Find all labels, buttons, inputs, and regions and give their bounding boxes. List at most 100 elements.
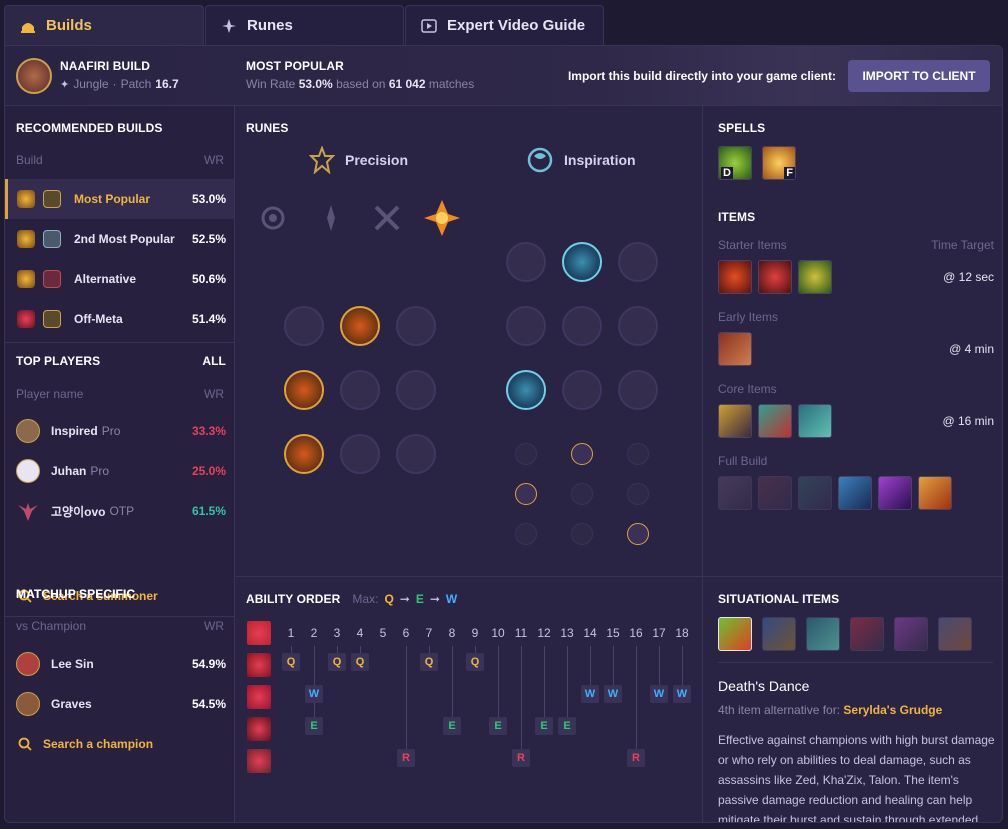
avatar <box>16 459 40 483</box>
matchup-row[interactable]: Lee Sin 54.9% <box>5 644 234 684</box>
patch-label: Patch <box>120 77 152 91</box>
item-icon[interactable] <box>718 332 752 366</box>
build-option-2nd[interactable]: 2nd Most Popular 52.5% <box>5 219 234 259</box>
matchup-row[interactable]: Graves 54.5% <box>5 684 234 724</box>
player-name: 고양이ovo <box>51 504 106 519</box>
rune-option[interactable] <box>340 370 380 410</box>
ability-q-marker: Q <box>420 653 438 671</box>
avatar <box>16 652 40 676</box>
situational-item[interactable] <box>894 617 928 651</box>
item-icon[interactable] <box>798 404 832 438</box>
rune-keystone[interactable] <box>314 201 348 235</box>
rune-option[interactable] <box>618 370 658 410</box>
rune-option[interactable] <box>396 434 436 474</box>
stat-shard-selected[interactable] <box>571 443 593 465</box>
build-wr: 51.4% <box>191 312 226 326</box>
rune-option[interactable] <box>618 306 658 346</box>
stat-shard[interactable] <box>571 483 593 505</box>
tab-runes[interactable]: Runes <box>205 5 404 45</box>
situational-item-selected[interactable] <box>718 617 752 651</box>
rune-option-selected[interactable] <box>284 434 324 474</box>
build-option-off-meta[interactable]: Off-Meta 51.4% <box>5 299 234 339</box>
rune-option[interactable] <box>506 306 546 346</box>
ability-w-marker: W <box>581 685 599 703</box>
build-option-alternative[interactable]: Alternative 50.6% <box>5 259 234 299</box>
level-guide-line <box>406 646 407 757</box>
situational-item[interactable] <box>762 617 796 651</box>
stat-shard[interactable] <box>515 443 537 465</box>
rune-keystone-icon <box>17 310 35 328</box>
runes-and-abilities: RUNES Precision Inspiration ABILITY ORDE… <box>236 106 702 822</box>
item-icon[interactable] <box>758 404 792 438</box>
item-icon[interactable] <box>878 476 912 510</box>
level-number: 4 <box>356 626 364 640</box>
build-option-most-popular[interactable]: Most Popular 53.0% <box>5 179 234 219</box>
top-players-all-link[interactable]: ALL <box>202 354 226 368</box>
item-icon[interactable] <box>718 476 752 510</box>
rune-keystone-selected[interactable] <box>422 198 462 238</box>
rune-option-selected[interactable] <box>340 306 380 346</box>
player-row[interactable]: 고양이ovo OTP 61.5% <box>5 491 234 531</box>
situational-item[interactable] <box>806 617 840 651</box>
situational-item[interactable] <box>938 617 972 651</box>
tab-builds[interactable]: Builds <box>4 5 204 45</box>
col-wr: WR <box>204 387 224 401</box>
rune-option[interactable] <box>340 434 380 474</box>
core-time: @ 16 min <box>942 414 994 428</box>
item-icon[interactable] <box>718 260 752 294</box>
rune-option[interactable] <box>396 370 436 410</box>
item-icon[interactable] <box>758 476 792 510</box>
import-to-client-button[interactable]: IMPORT TO CLIENT <box>848 60 990 92</box>
rune-option[interactable] <box>396 306 436 346</box>
build-label: 2nd Most Popular <box>74 232 175 246</box>
rune-option[interactable] <box>618 242 658 282</box>
item-icon[interactable] <box>918 476 952 510</box>
player-row[interactable]: Juhan Pro 25.0% <box>5 451 234 491</box>
divider <box>5 342 234 343</box>
search-champion-link[interactable]: Search a champion <box>18 737 153 751</box>
item-icon[interactable] <box>718 404 752 438</box>
player-row[interactable]: Inspired Pro 33.3% <box>5 411 234 451</box>
stat-shard-selected[interactable] <box>515 483 537 505</box>
stat-shard-selected[interactable] <box>627 523 649 545</box>
ability-e-icon <box>247 717 271 741</box>
item-icon[interactable] <box>838 476 872 510</box>
starter-items-label: Starter Items <box>718 238 787 252</box>
rune-option-selected[interactable] <box>506 370 546 410</box>
tab-video-guide[interactable]: Expert Video Guide <box>405 5 604 45</box>
rune-option[interactable] <box>506 242 546 282</box>
ability-q-marker: Q <box>466 653 484 671</box>
rune-option[interactable] <box>562 306 602 346</box>
item-icon[interactable] <box>798 260 832 294</box>
popular-title: MOST POPULAR <box>246 59 344 73</box>
rune-keystone[interactable] <box>256 201 290 235</box>
ability-w-marker: W <box>673 685 691 703</box>
rune-option[interactable] <box>284 306 324 346</box>
col-wr: WR <box>204 153 224 167</box>
rune-option-selected[interactable] <box>562 242 602 282</box>
full-build-label: Full Build <box>718 454 768 468</box>
ability-q-icon <box>247 653 271 677</box>
item-icon[interactable] <box>758 260 792 294</box>
summoner-spell-smite[interactable]: D <box>718 146 752 180</box>
alt-item[interactable]: Serylda's Grudge <box>843 703 942 717</box>
ability-q-marker: Q <box>351 653 369 671</box>
rune-option[interactable] <box>562 370 602 410</box>
rune-keystone[interactable] <box>370 201 404 235</box>
max-third: W <box>445 592 458 606</box>
rune-option-selected[interactable] <box>284 370 324 410</box>
level-guide-line <box>636 646 637 757</box>
stat-shard[interactable] <box>627 443 649 465</box>
stat-shard[interactable] <box>627 483 649 505</box>
ability-e-marker: E <box>558 717 576 735</box>
item-icon[interactable] <box>798 476 832 510</box>
rune-keystone-icon <box>17 270 35 288</box>
build-wr: 50.6% <box>191 272 226 286</box>
max-first: Q <box>384 592 394 606</box>
summoner-spell-flash[interactable]: F <box>762 146 796 180</box>
situational-item[interactable] <box>850 617 884 651</box>
ability-q-marker: Q <box>282 653 300 671</box>
build-label: Most Popular <box>74 192 151 206</box>
stat-shard[interactable] <box>515 523 537 545</box>
stat-shard[interactable] <box>571 523 593 545</box>
